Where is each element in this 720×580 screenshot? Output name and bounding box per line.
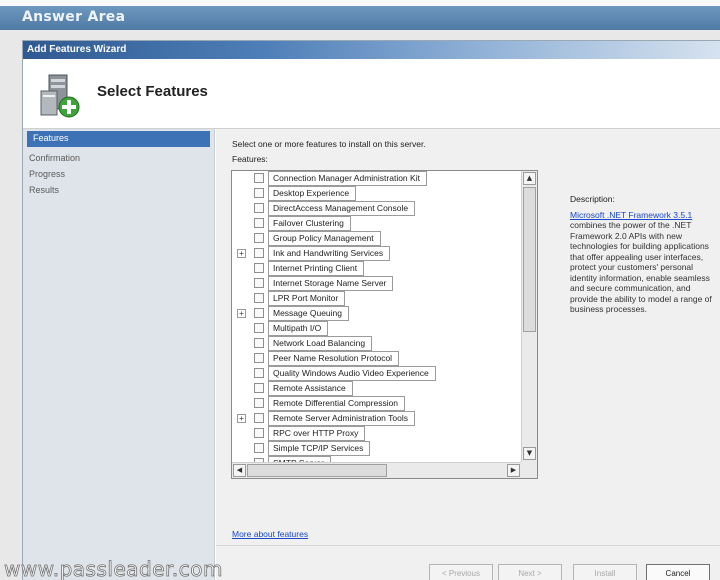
- window-title: Add Features Wizard: [27, 44, 127, 55]
- step-confirmation: Confirmation: [29, 153, 81, 163]
- feature-checkbox[interactable]: [254, 188, 264, 198]
- feature-row[interactable]: DirectAccess Management Console: [232, 201, 522, 216]
- feature-label[interactable]: Internet Storage Name Server: [268, 276, 394, 291]
- description-text: combines the power of the .NET Framework…: [570, 220, 712, 314]
- feature-label[interactable]: RPC over HTTP Proxy: [268, 426, 366, 441]
- wizard-header: Select Features: [23, 59, 720, 129]
- feature-checkbox[interactable]: [254, 443, 264, 453]
- feature-row[interactable]: Remote Assistance: [232, 381, 522, 396]
- feature-label[interactable]: Failover Clustering: [268, 216, 351, 231]
- feature-row[interactable]: + Message Queuing: [232, 306, 522, 321]
- feature-checkbox[interactable]: [254, 293, 264, 303]
- feature-row[interactable]: LPR Port Monitor: [232, 291, 522, 306]
- feature-row[interactable]: Connection Manager Administration Kit: [232, 171, 522, 186]
- feature-checkbox[interactable]: [254, 248, 264, 258]
- description-link[interactable]: Microsoft .NET Framework 3.5.1: [570, 210, 692, 220]
- feature-checkbox[interactable]: [254, 218, 264, 228]
- feature-checkbox[interactable]: [254, 413, 264, 423]
- scroll-right-icon[interactable]: ▶: [507, 464, 520, 477]
- feature-label[interactable]: Desktop Experience: [268, 186, 357, 201]
- features-label: Features:: [232, 154, 268, 164]
- scroll-left-icon[interactable]: ◀: [233, 464, 246, 477]
- more-about-features-link[interactable]: More about features: [232, 529, 308, 539]
- step-features: Features: [27, 131, 210, 147]
- feature-label[interactable]: Quality Windows Audio Video Experience: [268, 366, 436, 381]
- feature-label[interactable]: Ink and Handwriting Services: [268, 246, 391, 261]
- answer-area-header: Answer Area: [0, 6, 720, 30]
- server-features-icon: [40, 74, 80, 118]
- feature-label[interactable]: DirectAccess Management Console: [268, 201, 416, 216]
- feature-label[interactable]: Group Policy Management: [268, 231, 381, 246]
- main-content: Select one or more features to install o…: [216, 129, 720, 580]
- expand-plus-icon[interactable]: +: [237, 249, 246, 258]
- next-button[interactable]: Next >: [498, 564, 562, 580]
- feature-label[interactable]: LPR Port Monitor: [268, 291, 346, 306]
- feature-checkbox[interactable]: [254, 173, 264, 183]
- window-titlebar: Add Features Wizard: [23, 41, 720, 59]
- expand-plus-icon[interactable]: +: [237, 309, 246, 318]
- feature-row[interactable]: Internet Storage Name Server: [232, 276, 522, 291]
- add-features-wizard-window: Add Features Wizard Select Features Feat…: [22, 40, 720, 580]
- feature-row[interactable]: + Ink and Handwriting Services: [232, 246, 522, 261]
- feature-row[interactable]: Internet Printing Client: [232, 261, 522, 276]
- feature-checkbox[interactable]: [254, 278, 264, 288]
- feature-row[interactable]: Simple TCP/IP Services: [232, 441, 522, 456]
- feature-checkbox[interactable]: [254, 338, 264, 348]
- feature-checkbox[interactable]: [254, 233, 264, 243]
- feature-checkbox[interactable]: [254, 203, 264, 213]
- feature-label[interactable]: Multipath I/O: [268, 321, 329, 336]
- feature-checkbox[interactable]: [254, 263, 264, 273]
- scroll-down-icon[interactable]: ▼: [523, 447, 536, 460]
- feature-label[interactable]: Message Queuing: [268, 306, 349, 321]
- feature-label[interactable]: Internet Printing Client: [268, 261, 365, 276]
- wizard-steps-sidebar: Features Confirmation Progress Results: [23, 129, 215, 580]
- vertical-scrollbar[interactable]: ▲ ▼: [521, 171, 537, 463]
- feature-checkbox[interactable]: [254, 398, 264, 408]
- feature-row[interactable]: Remote Differential Compression: [232, 396, 522, 411]
- cancel-button[interactable]: Cancel: [646, 564, 710, 580]
- feature-label[interactable]: Remote Server Administration Tools: [268, 411, 415, 426]
- feature-label[interactable]: Network Load Balancing: [268, 336, 373, 351]
- page-title: Select Features: [97, 83, 208, 100]
- expand-plus-icon[interactable]: +: [237, 414, 246, 423]
- previous-button[interactable]: < Previous: [429, 564, 493, 580]
- feature-row[interactable]: Quality Windows Audio Video Experience: [232, 366, 522, 381]
- features-tree[interactable]: Connection Manager Administration Kit Des…: [231, 170, 538, 479]
- feature-label[interactable]: Remote Assistance: [268, 381, 353, 396]
- watermark-text: www.passleader.com: [4, 557, 223, 580]
- feature-checkbox[interactable]: [254, 323, 264, 333]
- vertical-scroll-thumb[interactable]: [523, 187, 536, 332]
- feature-row[interactable]: Group Policy Management: [232, 231, 522, 246]
- feature-checkbox[interactable]: [254, 353, 264, 363]
- feature-checkbox[interactable]: [254, 308, 264, 318]
- wizard-button-bar: < Previous Next > Install Cancel: [216, 545, 720, 580]
- install-button[interactable]: Install: [573, 564, 637, 580]
- horizontal-scrollbar[interactable]: ◀ ▶: [232, 462, 522, 478]
- scroll-up-icon[interactable]: ▲: [523, 172, 536, 185]
- feature-checkbox[interactable]: [254, 368, 264, 378]
- feature-checkbox[interactable]: [254, 383, 264, 393]
- feature-label[interactable]: Simple TCP/IP Services: [268, 441, 371, 456]
- feature-label[interactable]: Connection Manager Administration Kit: [268, 171, 427, 186]
- feature-label[interactable]: Peer Name Resolution Protocol: [268, 351, 400, 366]
- step-results: Results: [29, 185, 60, 195]
- feature-row[interactable]: Failover Clustering: [232, 216, 522, 231]
- feature-checkbox[interactable]: [254, 428, 264, 438]
- feature-row[interactable]: RPC over HTTP Proxy: [232, 426, 522, 441]
- feature-row[interactable]: Network Load Balancing: [232, 336, 522, 351]
- feature-row[interactable]: Desktop Experience: [232, 186, 522, 201]
- description-label: Description:: [570, 194, 615, 204]
- horizontal-scroll-thumb[interactable]: [247, 464, 387, 477]
- feature-row[interactable]: Multipath I/O: [232, 321, 522, 336]
- intro-text: Select one or more features to install o…: [232, 139, 426, 149]
- feature-row[interactable]: Peer Name Resolution Protocol: [232, 351, 522, 366]
- scrollbar-corner: [521, 462, 537, 478]
- feature-label[interactable]: Remote Differential Compression: [268, 396, 406, 411]
- step-progress: Progress: [29, 169, 66, 179]
- feature-row[interactable]: + Remote Server Administration Tools: [232, 411, 522, 426]
- features-list: Connection Manager Administration Kit Des…: [232, 171, 522, 463]
- answer-area-title: Answer Area: [22, 9, 126, 25]
